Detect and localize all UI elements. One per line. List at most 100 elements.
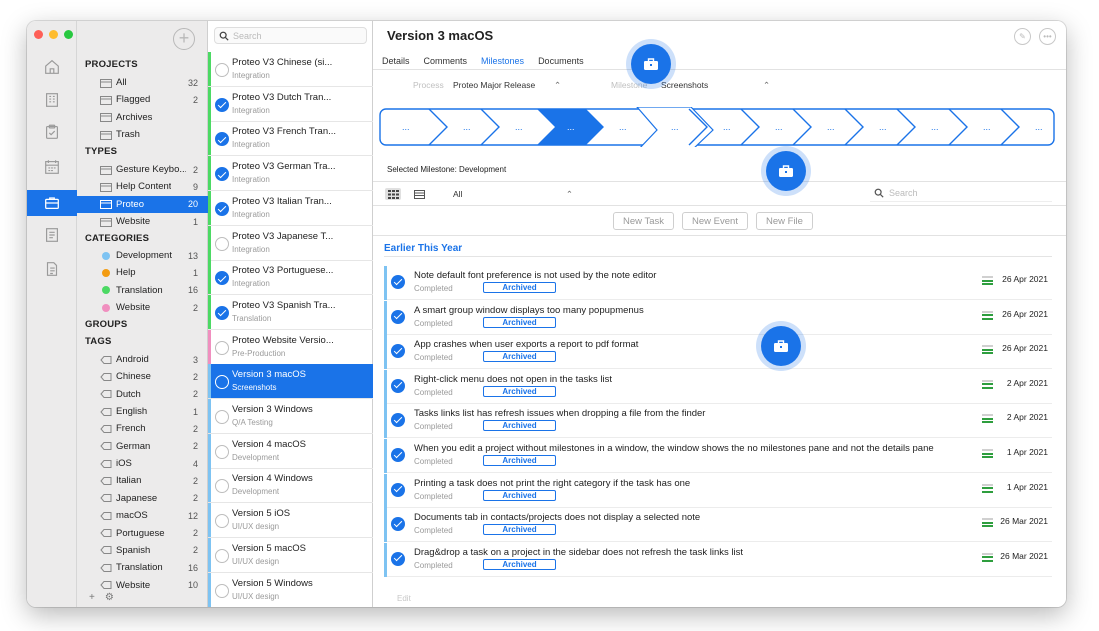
milestone-step-label[interactable]: ... (879, 122, 887, 132)
project-search-input[interactable]: Search (214, 27, 367, 44)
project-row[interactable]: Proteo V3 Portuguese... Integration (208, 260, 373, 296)
sidebar-category-item[interactable]: Development 13 (77, 247, 208, 264)
project-checkbox[interactable] (215, 444, 229, 459)
task-checkbox[interactable] (391, 309, 405, 324)
sidebar-tag-item[interactable]: German 2 (77, 438, 208, 455)
sidebar-tag-item[interactable]: French 2 (77, 420, 208, 437)
milestone-step-label[interactable]: ... (775, 122, 783, 132)
home-icon[interactable] (41, 56, 63, 78)
sidebar-tag-item[interactable]: Japanese 2 (77, 490, 208, 507)
milestone-step-label[interactable]: ... (402, 122, 410, 132)
project-row[interactable]: Proteo V3 Spanish Tra... Translation (208, 294, 373, 330)
project-checkbox[interactable] (215, 514, 229, 529)
building-icon[interactable] (41, 89, 63, 111)
sidebar-type-item[interactable]: Website 1 (77, 213, 208, 230)
project-row[interactable]: Proteo V3 Japanese T... Integration (208, 225, 373, 261)
project-checkbox[interactable] (215, 340, 229, 355)
milestone-step-label[interactable]: ... (463, 122, 471, 132)
task-row[interactable]: Right-click menu does not open in the ta… (384, 369, 1052, 404)
sidebar-tag-item[interactable]: iOS 4 (77, 455, 208, 472)
task-checkbox[interactable] (391, 378, 405, 393)
project-checkbox[interactable] (215, 236, 229, 251)
project-row[interactable]: Version 4 macOS Development (208, 433, 373, 469)
add-group-button[interactable]: + (89, 592, 95, 603)
sidebar-tag-item[interactable]: Portuguese 2 (77, 525, 208, 542)
project-checkbox[interactable] (215, 548, 229, 563)
sidebar-type-item[interactable]: Proteo 20 (77, 195, 208, 213)
more-icon[interactable]: ••• (1039, 28, 1056, 45)
milestone-step-label[interactable]: ... (567, 122, 575, 132)
process-select[interactable]: Proteo Major Release (453, 80, 535, 90)
sidebar-item-trash[interactable]: Trash (77, 126, 208, 143)
task-search-input[interactable]: Search (870, 185, 1052, 202)
sidebar-item-archives[interactable]: Archives (77, 109, 208, 126)
sidebar-tag-item[interactable]: Website 10 (77, 577, 208, 594)
project-row[interactable]: Proteo V3 Italian Tran... Integration (208, 190, 373, 226)
project-row[interactable]: Proteo V3 French Tran... Integration (208, 121, 373, 157)
project-row[interactable]: Version 3 Windows Q/A Testing (208, 399, 373, 434)
project-row[interactable]: Version 4 Windows Development (208, 468, 373, 504)
sidebar-type-item[interactable]: Gesture Keybo... 2 (77, 161, 208, 178)
new-event-button[interactable]: New Event (682, 212, 748, 230)
notes-icon[interactable] (41, 224, 63, 246)
milestone-step-label[interactable]: ... (619, 122, 627, 132)
project-row[interactable]: Proteo V3 Dutch Tran... Integration (208, 86, 373, 122)
project-checkbox[interactable] (215, 167, 229, 182)
clipboard-icon[interactable] (41, 121, 63, 143)
milestone-step-label[interactable]: ... (1035, 122, 1043, 132)
sidebar-tag-item[interactable]: Translation 16 (77, 559, 208, 576)
milestone-step-label[interactable]: ... (827, 122, 835, 132)
milestone-step-label[interactable]: ... (931, 122, 939, 132)
floating-briefcase-button[interactable] (631, 44, 671, 84)
sidebar-tag-item[interactable]: Chinese 2 (77, 368, 208, 385)
milestone-select[interactable]: Screenshots (661, 80, 708, 90)
sidebar-tag-item[interactable]: Dutch 2 (77, 386, 208, 403)
project-checkbox[interactable] (215, 583, 229, 598)
task-row[interactable]: App crashes when user exports a report t… (384, 335, 1052, 370)
project-row[interactable]: Version 5 iOS UI/UX design (208, 503, 373, 539)
task-checkbox[interactable] (391, 413, 405, 428)
sidebar-tag-item[interactable]: English 1 (77, 403, 208, 420)
calendar-icon[interactable] (41, 156, 63, 178)
sidebar-item-all[interactable]: All 32 (77, 74, 208, 91)
task-checkbox[interactable] (391, 448, 405, 462)
filter-select[interactable]: All ⌃ (453, 189, 573, 200)
sidebar-tag-item[interactable]: Italian 2 (77, 472, 208, 489)
task-row[interactable]: Note default font preference is not used… (384, 266, 1052, 300)
milestone-step-label[interactable]: ... (983, 122, 991, 132)
minimize-window-button[interactable] (49, 30, 58, 39)
task-checkbox[interactable] (391, 517, 405, 532)
sidebar-tag-item[interactable]: Android 3 (77, 351, 208, 368)
tab-comments[interactable]: Comments (424, 56, 468, 66)
task-checkbox[interactable] (391, 482, 405, 497)
grid-view-icon[interactable] (385, 188, 401, 200)
task-row[interactable]: When you edit a project without mileston… (384, 439, 1052, 473)
project-row[interactable]: Version 5 macOS UI/UX design (208, 537, 373, 573)
project-checkbox[interactable] (215, 479, 229, 494)
tab-details[interactable]: Details (382, 56, 410, 66)
milestone-step-label[interactable]: ... (671, 122, 679, 132)
project-checkbox[interactable] (215, 410, 229, 424)
sidebar-category-item[interactable]: Help 1 (77, 264, 208, 281)
briefcase-icon[interactable] (27, 190, 77, 216)
sidebar-category-item[interactable]: Translation 16 (77, 282, 208, 299)
close-window-button[interactable] (34, 30, 43, 39)
settings-gear-icon[interactable]: ⚙ (105, 592, 114, 603)
task-row[interactable]: Documents tab in contacts/projects does … (384, 508, 1052, 543)
project-checkbox[interactable] (215, 63, 229, 77)
floating-briefcase-button[interactable] (766, 151, 806, 191)
edit-button[interactable]: Edit (397, 594, 411, 603)
new-file-button[interactable]: New File (755, 212, 813, 230)
project-checkbox[interactable] (215, 97, 229, 112)
document-icon[interactable] (41, 258, 63, 280)
task-row[interactable]: Printing a task does not print the right… (384, 473, 1052, 508)
task-row[interactable]: A smart group window displays too many p… (384, 300, 1052, 335)
project-checkbox[interactable] (215, 271, 229, 286)
project-checkbox[interactable] (215, 305, 229, 320)
task-checkbox[interactable] (391, 275, 405, 289)
milestone-step-label[interactable]: ... (723, 122, 731, 132)
project-row[interactable]: Proteo V3 German Tra... Integration (208, 156, 373, 192)
project-checkbox[interactable] (215, 132, 229, 147)
sidebar-item-flagged[interactable]: Flagged 2 (77, 91, 208, 108)
project-row[interactable]: Proteo Website Versio... Pre-Production (208, 329, 373, 365)
